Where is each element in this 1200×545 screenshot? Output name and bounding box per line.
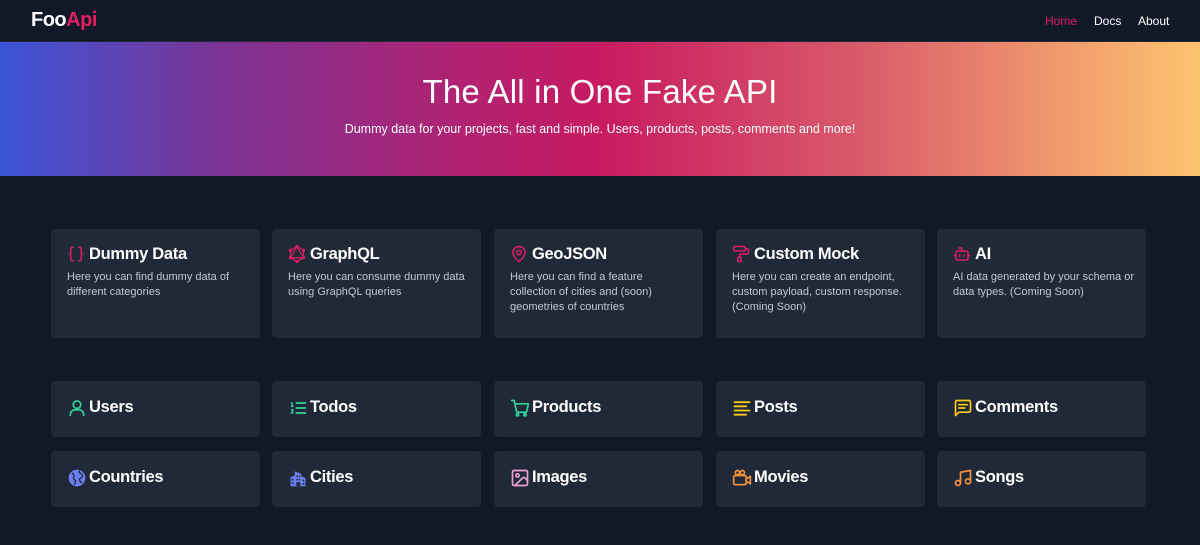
hero-subtitle: Dummy data for your projects, fast and s… (344, 122, 856, 136)
feature-card-graphql[interactable]: GraphQL Here you can consume dummy data … (272, 229, 481, 338)
resource-card-images[interactable]: Images (494, 451, 703, 507)
feature-title: Dummy Data (89, 245, 187, 263)
graphql-icon (288, 245, 306, 263)
feature-description: Here you can create an endpoint, custom … (732, 271, 902, 313)
buildings-icon (288, 468, 308, 488)
feature-card-dummy-data[interactable]: Dummy Data Here you can find dummy data … (51, 229, 260, 338)
feature-title: AI (975, 245, 991, 263)
resource-title: Countries (89, 468, 164, 486)
paint-roller-icon (732, 245, 750, 263)
resource-card-movies[interactable]: Movies (716, 451, 925, 507)
feature-title: GraphQL (310, 245, 380, 263)
hero-banner: The All in One Fake API Dummy data for y… (0, 42, 1200, 176)
feature-description: AI data generated by your schema or data… (953, 271, 1134, 298)
resource-title: Posts (754, 398, 798, 416)
logo-text-foo: Foo (31, 9, 67, 31)
feature-description: Here you can find a feature collection o… (510, 271, 652, 313)
user-icon (67, 398, 87, 418)
shopping-cart-icon (510, 398, 530, 418)
logo-text-api: Api (66, 9, 97, 31)
resource-title: Todos (310, 398, 357, 416)
resource-card-cities[interactable]: Cities (272, 451, 481, 507)
nav-about-link[interactable]: About (1138, 14, 1169, 28)
feature-description: Here you can consume dummy data using Gr… (288, 271, 465, 298)
feature-description: Here you can find dummy data of differen… (67, 271, 230, 298)
resource-title: Products (532, 398, 602, 416)
resource-title: Comments (975, 398, 1058, 416)
resource-card-comments[interactable]: Comments (937, 381, 1146, 437)
robot-icon (953, 245, 971, 263)
resource-title: Images (532, 468, 588, 486)
resource-title: Songs (975, 468, 1024, 486)
feature-card-custom-mock[interactable]: Custom Mock Here you can create an endpo… (716, 229, 925, 338)
resource-card-posts[interactable]: Posts (716, 381, 925, 437)
logo[interactable]: FooApi (31, 9, 97, 32)
message-square-icon (953, 398, 973, 418)
hero-title: The All in One Fake API (422, 73, 778, 110)
video-icon (732, 468, 752, 488)
map-pin-icon (510, 245, 528, 263)
feature-title: GeoJSON (532, 245, 607, 263)
navbar: FooApi Home Docs About (0, 0, 1200, 42)
feature-card-ai[interactable]: AI AI data generated by your schema or d… (937, 229, 1146, 338)
resource-title: Movies (754, 468, 809, 486)
resource-card-songs[interactable]: Songs (937, 451, 1146, 507)
music-icon (953, 468, 973, 488)
globe-icon (67, 468, 87, 488)
feature-card-geojson[interactable]: GeoJSON Here you can find a feature coll… (494, 229, 703, 338)
image-icon (510, 468, 530, 488)
feature-title: Custom Mock (754, 245, 859, 263)
list-ordered-icon (288, 398, 308, 418)
resource-card-products[interactable]: Products (494, 381, 703, 437)
resource-card-users[interactable]: Users (51, 381, 260, 437)
resource-card-todos[interactable]: Todos (272, 381, 481, 437)
resource-card-countries[interactable]: Countries (51, 451, 260, 507)
resource-title: Users (89, 398, 134, 416)
nav-home-link[interactable]: Home (1045, 14, 1077, 28)
resource-title: Cities (310, 468, 354, 486)
align-left-icon (732, 398, 752, 418)
nav-docs-link[interactable]: Docs (1094, 14, 1121, 28)
curly-braces-icon (67, 245, 85, 263)
